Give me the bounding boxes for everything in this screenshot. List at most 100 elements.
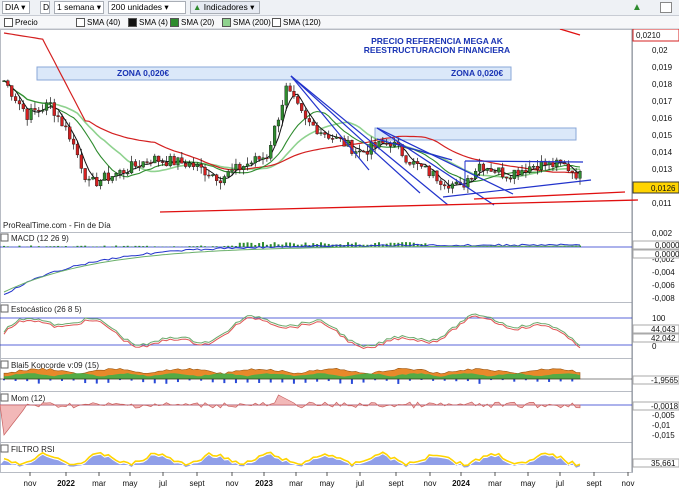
macd-histogram-bar bbox=[57, 245, 60, 247]
candle-body bbox=[218, 180, 223, 184]
candle-body bbox=[102, 172, 107, 181]
candle-body bbox=[284, 85, 288, 106]
window-icon[interactable] bbox=[660, 2, 672, 13]
macd-histogram-bar bbox=[215, 246, 218, 247]
blai-blue-bar bbox=[223, 379, 226, 384]
candle-body bbox=[280, 104, 284, 121]
candle-body bbox=[153, 155, 157, 164]
candle-body bbox=[133, 161, 138, 167]
candle-body bbox=[276, 119, 281, 127]
legend-item-5[interactable]: SMA (120) bbox=[272, 17, 321, 28]
x-axis-label: 2023 bbox=[255, 479, 273, 488]
candle-body bbox=[126, 172, 130, 175]
candle-body bbox=[215, 174, 219, 181]
candle-body bbox=[160, 161, 165, 163]
x-axis-label: may bbox=[122, 479, 137, 488]
legend-item-1[interactable]: SMA (40) bbox=[76, 17, 120, 28]
candle-body bbox=[404, 155, 408, 163]
candle-body bbox=[427, 165, 431, 177]
period-selector[interactable]: 1 semana ▾ bbox=[54, 1, 104, 14]
candle-body bbox=[497, 167, 501, 173]
candle-body bbox=[141, 161, 145, 168]
x-axis-label: jul bbox=[355, 479, 364, 488]
candle-body bbox=[501, 167, 505, 178]
candle-body bbox=[129, 161, 134, 174]
panel-title-rsi: FILTRO RSI bbox=[11, 445, 54, 454]
candle-body bbox=[311, 121, 315, 126]
candle-body bbox=[443, 184, 447, 187]
macd-histogram-bar bbox=[234, 246, 237, 247]
macd-histogram-bar bbox=[30, 245, 33, 247]
candle-body bbox=[52, 102, 56, 116]
blai-blue-bar bbox=[176, 379, 179, 383]
candle-body bbox=[532, 165, 536, 168]
trading-app: DIA ▾ D 1 semana ▾ 200 unidades ▾ ▲ Indi… bbox=[0, 0, 679, 490]
macd-histogram-bar bbox=[53, 246, 56, 247]
candle-body bbox=[187, 162, 192, 167]
blai-blue-bar bbox=[269, 379, 272, 383]
candle-body bbox=[118, 170, 122, 174]
legend-label: SMA (200) bbox=[233, 18, 271, 27]
macd-histogram-bar bbox=[377, 242, 380, 247]
legend-label: SMA (120) bbox=[283, 18, 321, 27]
candle-body bbox=[253, 156, 257, 164]
macd-histogram-bar bbox=[64, 246, 67, 247]
candle-body bbox=[288, 85, 292, 92]
candle-body bbox=[195, 164, 199, 167]
symbol-selector[interactable]: DIA ▾ bbox=[2, 1, 30, 14]
candle-body bbox=[168, 156, 172, 167]
panel-collapse-icon bbox=[0, 360, 9, 369]
candle-body bbox=[450, 183, 455, 189]
macd-panel bbox=[0, 232, 633, 303]
blai-blue-bar bbox=[350, 379, 353, 384]
x-axis-label: mar bbox=[488, 479, 502, 488]
legend-swatch bbox=[4, 18, 13, 27]
toolbar: DIA ▾ D 1 semana ▾ 200 unidades ▾ ▲ Indi… bbox=[0, 0, 679, 16]
candle-body bbox=[539, 160, 543, 170]
candle-body bbox=[249, 162, 254, 165]
candle-body bbox=[137, 166, 141, 168]
candle-body bbox=[56, 115, 60, 117]
macd-histogram-bar bbox=[254, 244, 257, 247]
x-axis-label: mar bbox=[92, 479, 106, 488]
legend-item-0[interactable]: Precio bbox=[4, 17, 38, 28]
macd-histogram-bar bbox=[227, 245, 230, 247]
candle-body bbox=[578, 171, 582, 179]
price-tick-label: 0,013 bbox=[652, 165, 673, 174]
blai-blue-bar bbox=[84, 379, 87, 384]
zona-rect bbox=[36, 66, 512, 81]
chart-tool-icon[interactable]: ▲ bbox=[632, 2, 644, 13]
blai-blue-bar bbox=[548, 379, 551, 382]
macd-histogram-bar bbox=[242, 242, 245, 247]
chart-canvas[interactable]: ZONA 0,020€ ZONA 0,020€PRECIO REFERENCIA … bbox=[0, 29, 679, 490]
candle-body bbox=[292, 91, 296, 97]
stoch-badge-label: 44,043 bbox=[651, 325, 676, 334]
candle-body bbox=[307, 118, 311, 123]
candle-body bbox=[330, 138, 335, 140]
candle-body bbox=[416, 161, 420, 164]
blai-blue-bar bbox=[397, 379, 400, 384]
candle-body bbox=[60, 116, 64, 127]
legend-item-3[interactable]: SMA (20) bbox=[170, 17, 214, 28]
interval-letter[interactable]: D bbox=[40, 1, 50, 14]
macd-histogram-bar bbox=[231, 245, 234, 247]
blai-blue-bar bbox=[37, 379, 40, 384]
candle-body bbox=[145, 161, 149, 163]
legend-item-4[interactable]: SMA (200) bbox=[222, 17, 271, 28]
mom-tick-label: -0,015 bbox=[652, 431, 675, 440]
candle-body bbox=[446, 185, 451, 189]
candle-body bbox=[566, 163, 571, 172]
candle-body bbox=[265, 157, 269, 160]
price-tick-label: 0,015 bbox=[652, 131, 673, 140]
candle-body bbox=[323, 132, 327, 135]
units-selector[interactable]: 200 unidades ▾ bbox=[108, 1, 186, 14]
legend-item-2[interactable]: SMA (4) bbox=[128, 17, 168, 28]
candle-body bbox=[431, 170, 435, 177]
macd-histogram-bar bbox=[126, 245, 129, 247]
candle-body bbox=[164, 161, 168, 167]
indicators-button[interactable]: ▲ Indicadores ▾ bbox=[190, 1, 260, 14]
x-axis-label: may bbox=[520, 479, 535, 488]
blai-badge-label: -1,9565 bbox=[651, 376, 679, 385]
candle-body bbox=[234, 163, 238, 171]
macd-histogram-bar bbox=[115, 245, 118, 247]
